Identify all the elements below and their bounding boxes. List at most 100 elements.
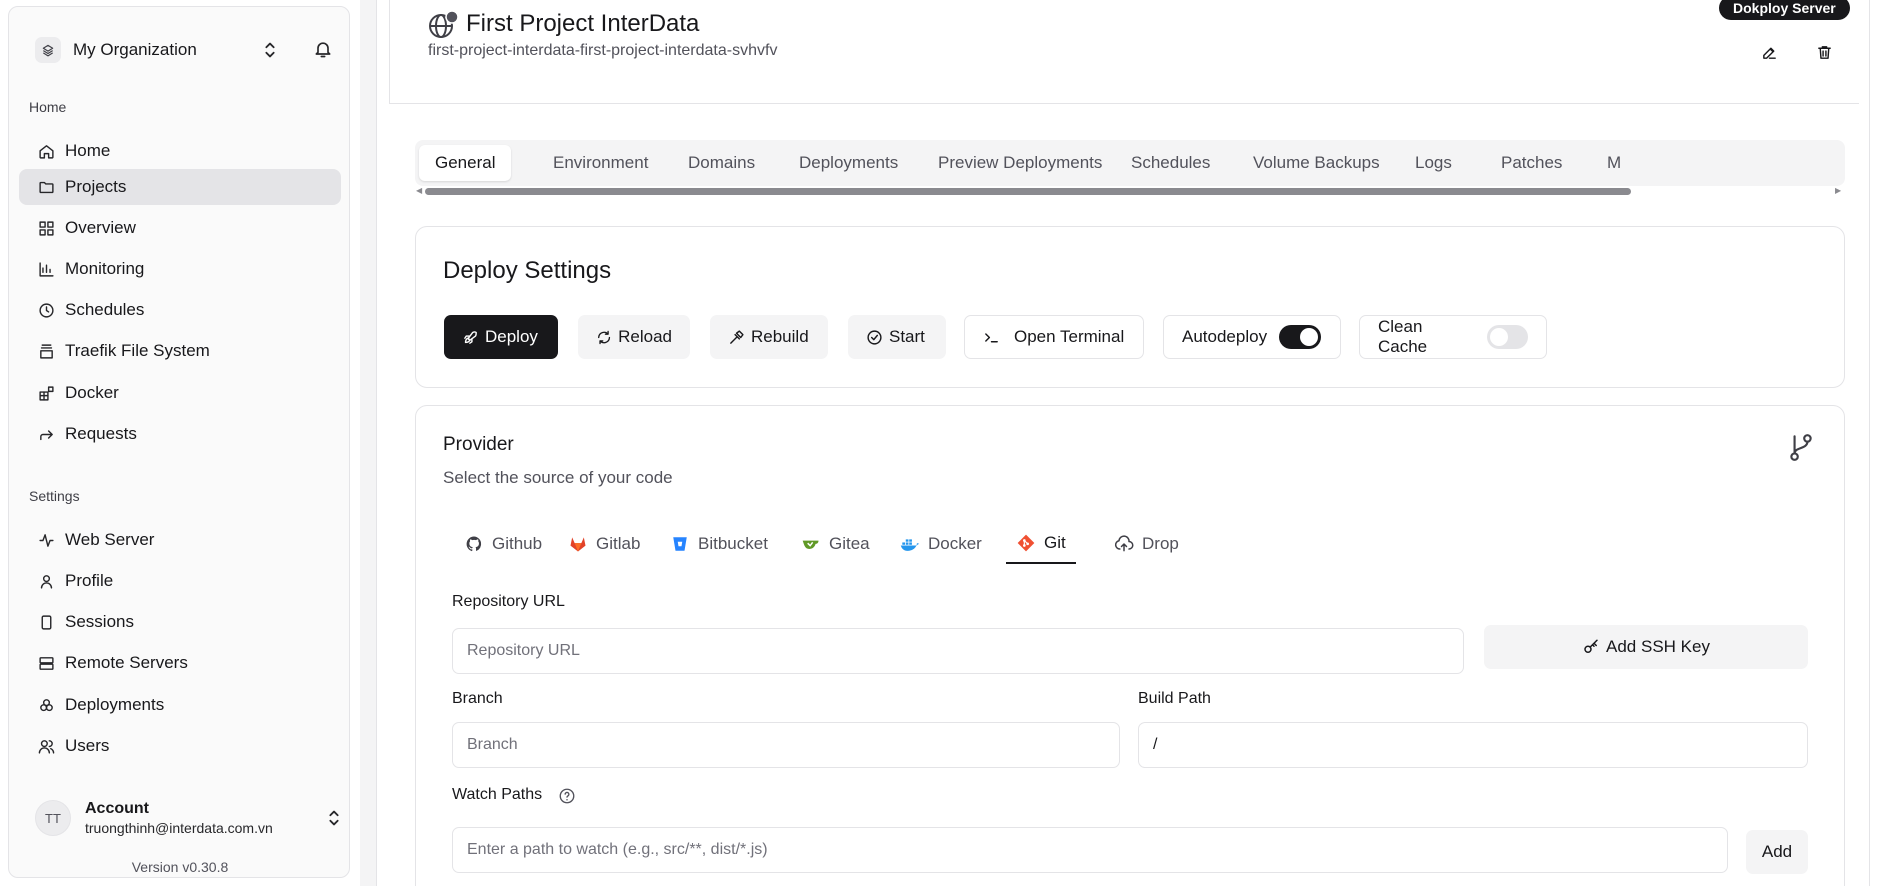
- trash-icon[interactable]: [1810, 38, 1838, 66]
- account-name: Account: [85, 800, 149, 817]
- tabs-scrollbar[interactable]: ◀ ▶: [415, 186, 1845, 196]
- watch-path-input[interactable]: [452, 827, 1728, 873]
- start-button[interactable]: Start: [848, 315, 946, 359]
- home-icon: [37, 142, 55, 160]
- tab-patches[interactable]: Patches: [1485, 145, 1578, 181]
- sidebar-item-remote-servers[interactable]: Remote Servers: [19, 645, 341, 681]
- tab-more[interactable]: M: [1591, 145, 1637, 181]
- tab-logs[interactable]: Logs: [1399, 145, 1468, 181]
- reload-label: Reload: [618, 327, 672, 346]
- tab-preview-deployments[interactable]: Preview Deployments: [922, 145, 1118, 181]
- file-stack-icon: [37, 342, 55, 360]
- tab-general[interactable]: General: [419, 145, 512, 181]
- sidebar-item-label: Requests: [65, 424, 137, 443]
- sidebar-item-home[interactable]: Home: [19, 133, 341, 169]
- tab-schedules[interactable]: Schedules: [1115, 145, 1226, 181]
- chevrons-up-down-icon[interactable]: [259, 39, 281, 61]
- sidebar-item-monitoring[interactable]: Monitoring: [19, 251, 341, 287]
- upload-cloud-icon: [1114, 534, 1134, 554]
- scroll-thumb[interactable]: [425, 188, 1631, 195]
- provider-tab-gitea[interactable]: Gitea: [791, 524, 880, 564]
- watch-paths-label: Watch Paths: [452, 786, 543, 803]
- gitlab-icon: [568, 534, 588, 554]
- deploy-button[interactable]: Deploy: [444, 315, 558, 359]
- bell-icon[interactable]: [313, 39, 335, 61]
- sidebar-item-deployments[interactable]: Deployments: [19, 687, 341, 723]
- sidebar-item-requests[interactable]: Requests: [19, 416, 341, 452]
- sidebar-item-sessions[interactable]: Sessions: [19, 604, 341, 640]
- autodeploy-switch[interactable]: [1279, 325, 1322, 349]
- deploy-settings-card: Deploy Settings Deploy Reload Rebuild St…: [415, 226, 1845, 388]
- clean-cache-switch[interactable]: [1486, 325, 1528, 349]
- provider-tab-gitlab[interactable]: Gitlab: [558, 524, 650, 564]
- provider-tab-github[interactable]: Github: [454, 524, 552, 564]
- scroll-right-icon[interactable]: ▶: [1835, 187, 1843, 195]
- provider-tab-drop[interactable]: Drop: [1104, 524, 1189, 564]
- autodeploy-toggle[interactable]: Autodeploy: [1163, 315, 1341, 359]
- server-icon: [37, 654, 55, 672]
- tab-domains[interactable]: Domains: [672, 145, 771, 181]
- deploy-label: Deploy: [485, 327, 538, 346]
- account-email: truongthinh@interdata.com.vn: [85, 820, 273, 836]
- help-circle-icon[interactable]: [558, 787, 576, 805]
- reload-button[interactable]: Reload: [578, 315, 690, 359]
- settings-section-label: Settings: [29, 488, 80, 504]
- add-ssh-key-button[interactable]: Add SSH Key: [1484, 625, 1808, 669]
- sidebar-item-label: Deployments: [65, 695, 165, 714]
- sidebar-item-label: Traefik File System: [65, 341, 210, 360]
- folder-icon: [37, 178, 55, 196]
- repo-url-label: Repository URL: [452, 593, 565, 610]
- tab-deployments[interactable]: Deployments: [783, 145, 914, 181]
- sidebar-item-web-server[interactable]: Web Server: [19, 522, 341, 558]
- sidebar-item-overview[interactable]: Overview: [19, 210, 341, 246]
- account-menu[interactable]: TT Account truongthinh@interdata.com.vn: [27, 795, 339, 841]
- scroll-left-icon[interactable]: ◀: [416, 187, 424, 195]
- right-gutter: [1870, 0, 1884, 886]
- tab-volume-backups[interactable]: Volume Backups: [1237, 145, 1396, 181]
- docker-icon: [900, 534, 920, 554]
- arrow-forward-icon: [37, 425, 55, 443]
- sidebar-item-label: Profile: [65, 571, 114, 590]
- main-panel: First Project InterData first-project-in…: [376, 0, 1870, 886]
- sidebar-item-label: Monitoring: [65, 259, 145, 278]
- chart-icon: [37, 260, 55, 278]
- sidebar-item-label: Users: [65, 736, 110, 755]
- sidebar-item-label: Sessions: [65, 612, 134, 631]
- org-switcher[interactable]: My Organization: [27, 29, 337, 71]
- build-path-input[interactable]: [1138, 722, 1808, 768]
- add-watch-path-button[interactable]: Add: [1746, 830, 1808, 874]
- open-terminal-button[interactable]: Open Terminal: [964, 315, 1144, 359]
- sidebar-item-label: Projects: [65, 177, 127, 196]
- version-text: Version v0.30.8: [131, 859, 229, 875]
- sidebar-item-schedules[interactable]: Schedules: [19, 292, 341, 328]
- provider-tab-label: Gitea: [829, 534, 870, 553]
- section-tabs: General Environment Domains Deployments …: [415, 140, 1845, 186]
- sidebar-item-label: Remote Servers: [65, 653, 188, 672]
- edit-icon[interactable]: [1755, 38, 1783, 66]
- project-slug: first-project-interdata-first-project-in…: [428, 42, 778, 59]
- sidebar-item-label: Home: [65, 141, 111, 160]
- sidebar-item-traefik[interactable]: Traefik File System: [19, 333, 341, 369]
- repo-url-input[interactable]: [452, 628, 1464, 674]
- avatar: TT: [35, 800, 71, 836]
- tab-environment[interactable]: Environment: [537, 145, 664, 181]
- clean-cache-toggle[interactable]: Clean Cache: [1359, 315, 1547, 359]
- sidebar-item-docker[interactable]: Docker: [19, 375, 341, 411]
- sidebar-item-label: Schedules: [65, 300, 145, 319]
- sidebar-item-users[interactable]: Users: [19, 728, 341, 764]
- sidebar: My Organization Home Home Projects Overv…: [8, 6, 350, 878]
- sidebar-item-label: Docker: [65, 383, 119, 402]
- git-branch-icon: [1788, 432, 1814, 462]
- provider-tab-git[interactable]: Git: [1006, 524, 1076, 564]
- branch-input[interactable]: [452, 722, 1120, 768]
- sidebar-item-label: Web Server: [65, 530, 155, 549]
- sidebar-item-projects[interactable]: Projects: [19, 169, 341, 205]
- rebuild-button[interactable]: Rebuild: [710, 315, 828, 359]
- org-name: My Organization: [73, 40, 197, 59]
- sidebar-area: My Organization Home Home Projects Overv…: [0, 0, 360, 886]
- provider-tab-bitbucket[interactable]: Bitbucket: [660, 524, 778, 564]
- sidebar-item-profile[interactable]: Profile: [19, 563, 341, 599]
- chevrons-up-down-icon[interactable]: [323, 807, 345, 829]
- github-icon: [464, 534, 484, 554]
- provider-tab-docker[interactable]: Docker: [890, 524, 992, 564]
